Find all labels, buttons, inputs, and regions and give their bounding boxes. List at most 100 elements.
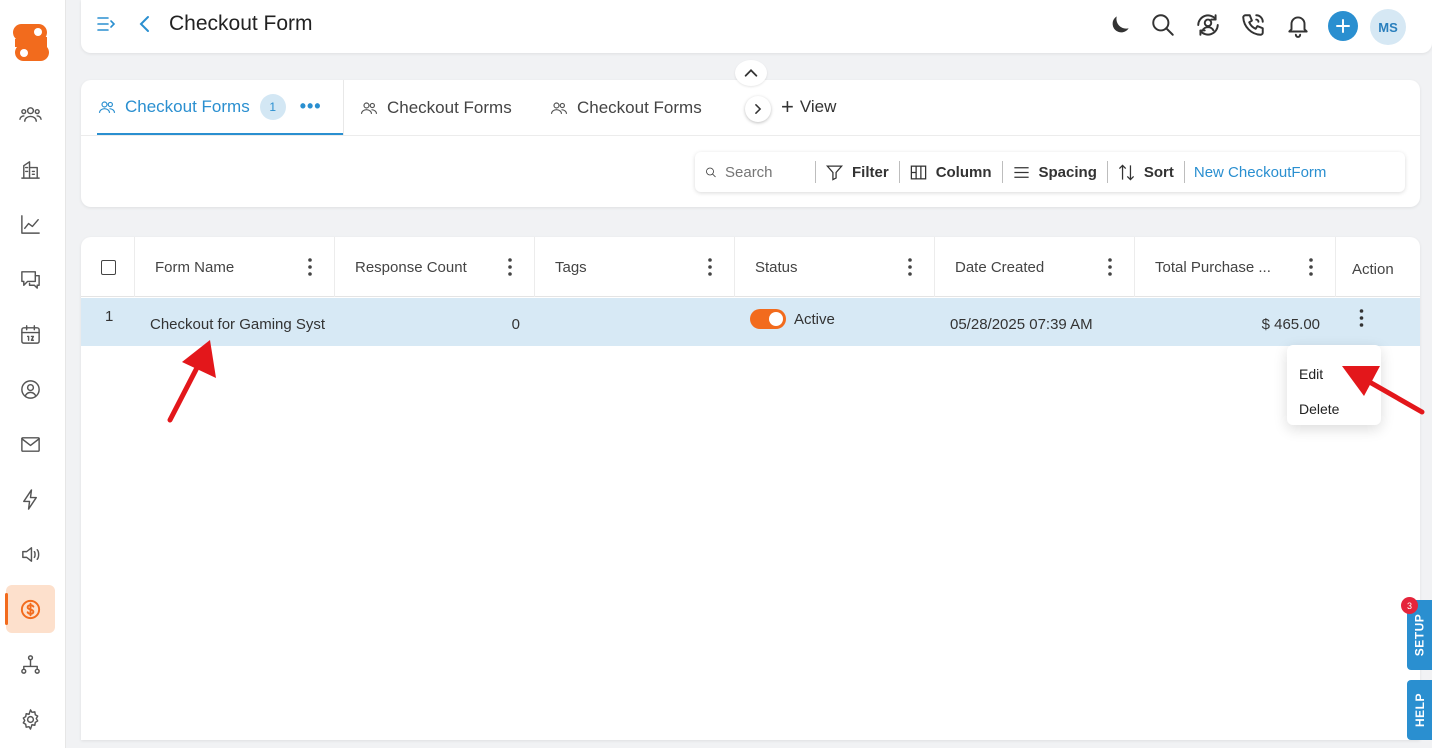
bell-icon [1288,16,1308,38]
tab-label: Checkout Forms [577,97,702,117]
annotation-arrow-icon [167,340,216,423]
column-header-tags[interactable]: Tags [535,237,735,297]
checkout-forms-table: Form Name Response Count Tags Status Dat… [81,237,1420,740]
column-header-total-purchase[interactable]: Total Purchase ... [1135,237,1336,297]
help-label: HELP [1412,692,1427,728]
status-label: Active [794,310,835,328]
sidebar-item-email[interactable] [6,420,55,468]
users-icon [19,106,42,122]
notifications-button[interactable] [1283,10,1313,40]
app-logo-icon[interactable] [11,22,51,64]
line-chart-icon [21,214,40,234]
new-checkout-form-button[interactable]: New CheckoutForm [1183,152,1337,192]
calendar-icon [21,324,40,344]
speaker-icon [22,546,40,562]
sidebar-item-conversations[interactable] [6,255,55,303]
column-label: Status [755,258,798,276]
sidebar-item-reports[interactable] [6,200,55,248]
spacing-icon [1013,166,1029,178]
column-header-action: Action [1336,237,1420,297]
column-menu-icon[interactable] [708,258,712,276]
row-action-button[interactable] [1359,294,1364,342]
tags-cell [555,298,715,346]
select-all-checkbox[interactable] [101,260,116,275]
tab-count-badge: 1 [259,93,286,120]
users-icon [360,101,378,114]
search-icon [706,167,716,177]
users-icon [550,101,568,114]
column-label: Total Purchase ... [1155,258,1271,276]
filter-button[interactable]: Filter [815,152,899,192]
tab-label: Checkout Forms [125,96,250,116]
hierarchy-icon [21,654,40,674]
chevron-right-icon [755,104,762,114]
column-label: Date Created [955,258,1045,276]
plus-icon [1336,19,1350,33]
chat-icon [21,270,40,289]
page-title: Checkout Form [169,12,313,35]
help-side-tab[interactable]: HELP [1407,680,1432,740]
column-header-date-created[interactable]: Date Created [935,237,1135,297]
quick-add-button[interactable] [1328,11,1358,41]
column-label: Response Count [355,258,467,276]
plus-icon: + [781,94,794,119]
add-view-label: View [799,97,837,116]
sidebar-item-profile[interactable] [6,365,55,413]
delete-menu-item[interactable]: Delete [1299,401,1339,417]
column-menu-icon[interactable] [508,258,512,276]
collapse-header-button[interactable] [735,60,767,86]
gear-icon [22,708,39,730]
sync-contacts-button[interactable] [1193,10,1223,40]
sidebar-item-payments[interactable] [5,585,55,633]
column-menu-icon[interactable] [308,258,312,276]
sidebar-item-contacts[interactable] [6,90,55,138]
column-header-response-count[interactable]: Response Count [335,237,535,297]
top-header: Checkout Form MS [81,0,1432,53]
sidebar-item-calendar[interactable] [6,310,55,358]
search-box[interactable] [695,152,815,192]
tab-checkout-forms-2[interactable]: Checkout Forms [359,80,512,135]
sort-label: Sort [1143,163,1174,181]
select-all-cell [81,237,135,297]
mail-icon [21,436,40,452]
user-sync-icon [1197,14,1219,36]
add-view-button[interactable]: + View [781,96,836,118]
tab-label: Checkout Forms [387,97,512,117]
users-icon [98,100,116,113]
annotation-arrow-icon [1342,366,1425,415]
spacing-button[interactable]: Spacing [1001,152,1107,192]
search-input[interactable] [725,163,805,181]
kebab-menu-icon [1359,309,1364,327]
sidebar-item-automation[interactable] [6,475,55,523]
sort-button[interactable]: Sort [1106,152,1184,192]
total-purchase-cell: $ 465.00 [1261,315,1320,333]
user-avatar[interactable]: MS [1370,9,1406,45]
dark-mode-button[interactable] [1105,10,1135,40]
column-menu-icon[interactable] [908,258,912,276]
filter-icon [825,165,844,181]
table-row[interactable]: 1 Checkout for Gaming Syst 0 Active 05/2… [81,298,1420,346]
back-chevron-icon[interactable] [134,13,156,35]
column-header-status[interactable]: Status [735,237,935,297]
calls-button[interactable] [1238,10,1268,40]
tab-checkout-forms-1[interactable]: Checkout Forms 1 ••• [97,80,343,135]
status-toggle[interactable] [750,309,786,329]
row-index: 1 [105,307,114,325]
sidebar-item-companies[interactable] [6,145,55,193]
column-button[interactable]: Column [898,152,1002,192]
tabs-scroll-right-button[interactable] [745,96,771,122]
column-menu-icon[interactable] [1309,258,1313,276]
tabs-divider [81,135,1420,136]
sidebar-item-workflows[interactable] [6,640,55,688]
tab-more-button[interactable]: ••• [300,96,322,117]
column-menu-icon[interactable] [1108,258,1112,276]
search-button[interactable] [1148,10,1178,40]
status-cell: Active [750,295,835,343]
edit-menu-item[interactable]: Edit [1299,366,1323,382]
tab-checkout-forms-3[interactable]: Checkout Forms [549,80,702,135]
building-icon [21,160,40,179]
column-header-form-name[interactable]: Form Name [135,237,335,297]
sidebar-item-settings[interactable] [6,695,55,743]
menu-expand-icon[interactable] [95,13,117,35]
sidebar-item-marketing[interactable] [6,530,55,578]
